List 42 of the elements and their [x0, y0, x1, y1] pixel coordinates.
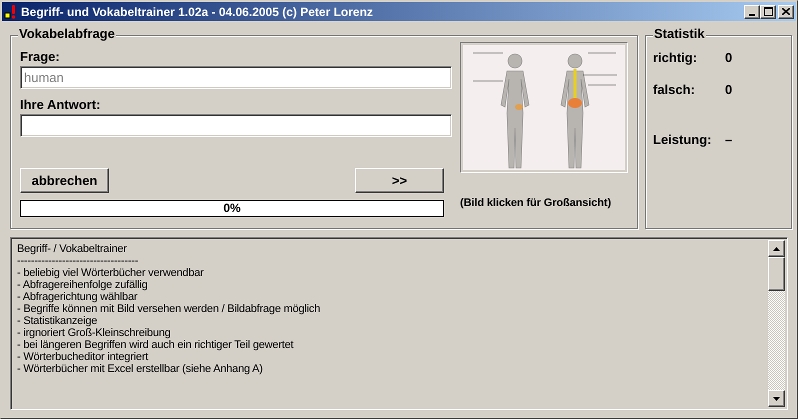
maximize-icon: [764, 7, 772, 16]
down-arrow-icon: [773, 396, 780, 400]
scroll-down-button[interactable]: [768, 390, 785, 407]
info-line: - Statistikanzeige: [17, 315, 98, 327]
answer-label: Ihre Antwort:: [20, 97, 102, 113]
cancel-button[interactable]: abbrechen: [20, 168, 109, 193]
progress-reading: 0%: [222, 201, 242, 216]
scroll-thumb[interactable]: [768, 257, 785, 291]
app-icon: [4, 4, 18, 20]
group-title: Statistik: [653, 27, 706, 41]
anatomy-illustration[interactable]: [463, 45, 625, 170]
stat-label: falsch:: [653, 83, 696, 97]
close-icon: [782, 8, 790, 15]
scrollbar[interactable]: [768, 240, 785, 407]
stat-label: Leistung:: [653, 133, 712, 147]
info-line: Begriff- / Vokabeltrainer: [17, 243, 128, 255]
info-line: - beliebig viel Wörterbücher verwendbar: [17, 267, 205, 279]
scroll-up-button[interactable]: [768, 240, 785, 257]
stat-value: 0: [725, 51, 734, 65]
info-line: - Abfragereihenfolge zufällig: [17, 279, 149, 291]
info-line: - Abfragerichtung wählbar: [17, 291, 138, 303]
info-line: - Wörterbucheditor integriert: [17, 351, 150, 363]
info-line: -----------------------------------: [17, 255, 140, 267]
info-line: - Begriffe können mit Bild versehen werden / Bildabfrage möglich: [17, 303, 322, 315]
minimize-button[interactable]: [744, 4, 760, 18]
info-text-area[interactable]: [10, 237, 788, 410]
info-line: - Wörterbücher mit Excel erstellbar (siehe Anhang A): [17, 363, 264, 375]
image-caption[interactable]: (Bild klicken für Großansicht): [460, 197, 628, 209]
stat-label: richtig:: [653, 51, 698, 65]
info-line: - bei längeren Begriffen wird auch ein richtiger Teil gewertet: [17, 339, 294, 351]
window-title: Begriff- und Vokabeltrainer 1.02a - 04.06.2005 (c) Peter Lorenz: [21, 4, 374, 18]
stat-value: 0: [725, 83, 734, 97]
answer-field[interactable]: [20, 114, 452, 137]
up-arrow-icon: [773, 246, 780, 250]
close-button[interactable]: [778, 4, 794, 18]
question-label: Frage:: [20, 49, 61, 65]
next-button[interactable]: >>: [355, 168, 444, 193]
group-title: Vokabelabfrage: [18, 27, 116, 41]
stat-value: –: [725, 133, 734, 147]
maximize-button[interactable]: [760, 4, 776, 18]
info-line: - irgnoriert Groß-Kleinschreibung: [17, 327, 172, 339]
minimize-icon: [749, 14, 755, 16]
